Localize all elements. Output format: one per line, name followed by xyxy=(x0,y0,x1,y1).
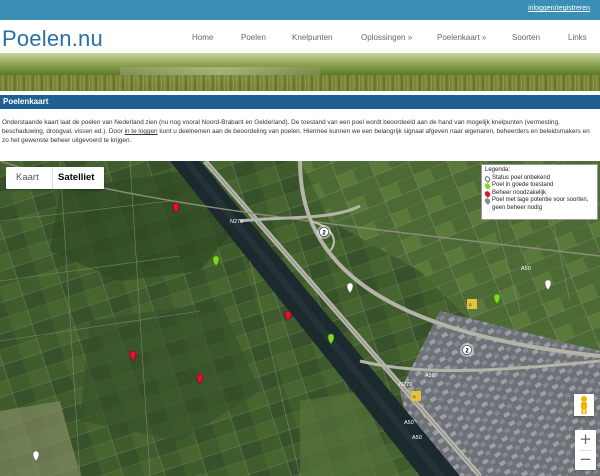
pegman-icon xyxy=(581,396,587,414)
nav-knelpunten[interactable]: Knelpunten xyxy=(292,33,332,42)
legend-item-label: Poel in goede toestand xyxy=(492,182,554,189)
intro-text: Onderstaande kaart laat de poelen van Ne… xyxy=(2,118,598,145)
legend-item-low: Poel met lage potentie voor soorten, gee… xyxy=(483,197,594,212)
map-type-divider xyxy=(52,167,53,189)
nav-oplossingen[interactable]: Oplossingen » xyxy=(361,33,412,42)
street-view-pegman[interactable] xyxy=(574,394,594,416)
nav-poelenkaart[interactable]: Poelenkaart » xyxy=(437,33,486,42)
marker-grey-icon xyxy=(483,197,492,206)
zoom-control: + − xyxy=(575,430,596,470)
marker-green[interactable] xyxy=(212,255,220,267)
site-header: Poelen.nu Home Poelen Knelpunten Oplossi… xyxy=(0,20,600,53)
top-bar: inloggen/registreren xyxy=(0,0,600,20)
section-header: Poelenkaart xyxy=(0,95,600,109)
nav-poelen[interactable]: Poelen xyxy=(241,33,266,42)
map-type-control: Kaart Satelliet xyxy=(6,167,104,189)
marker-red[interactable] xyxy=(284,310,292,322)
legend-item-action: Beheer noodzakelijk xyxy=(483,189,594,198)
login-inline-link[interactable]: in te loggen xyxy=(125,128,158,135)
marker-green[interactable] xyxy=(493,293,501,305)
cluster-marker[interactable]: 2 xyxy=(460,343,474,357)
nav-home[interactable]: Home xyxy=(192,33,213,42)
legend-title: Legenda: xyxy=(485,167,511,173)
map-type-satelliet-button[interactable]: Satelliet xyxy=(58,172,94,183)
banner-reeds xyxy=(0,75,600,91)
section-title: Poelenkaart xyxy=(3,97,49,106)
marker-white[interactable] xyxy=(32,450,40,462)
legend-item-label: Status poel onbekend xyxy=(492,174,551,181)
cluster-marker[interactable]: 2 xyxy=(317,225,331,239)
zoom-out-button[interactable]: − xyxy=(575,450,596,470)
marker-red[interactable] xyxy=(172,202,180,214)
legend-item-label: Beheer noodzakelijk xyxy=(492,189,547,196)
legend-item-good: Poel in goede toestand xyxy=(483,182,594,191)
marker-red[interactable] xyxy=(196,373,204,385)
marker-green[interactable] xyxy=(327,333,335,345)
header-banner-image xyxy=(0,53,600,91)
main-nav: Home Poelen Knelpunten Oplossingen » Poe… xyxy=(0,33,600,45)
login-register-link[interactable]: inloggen/registreren xyxy=(528,5,590,12)
zoom-in-button[interactable]: + xyxy=(575,430,596,450)
nav-links[interactable]: Links xyxy=(568,33,587,42)
nav-soorten[interactable]: Soorten xyxy=(512,33,540,42)
map-legend: Legenda: Status poel onbekend Poel in go… xyxy=(481,164,598,220)
marker-red[interactable] xyxy=(129,350,137,362)
map-type-kaart-button[interactable]: Kaart xyxy=(16,172,39,183)
marker-white[interactable] xyxy=(544,279,552,291)
marker-white[interactable] xyxy=(346,282,354,294)
legend-item-unknown: Status poel onbekend xyxy=(483,174,594,183)
legend-item-label: Poel met lage potentie voor soorten, gee… xyxy=(492,197,589,211)
